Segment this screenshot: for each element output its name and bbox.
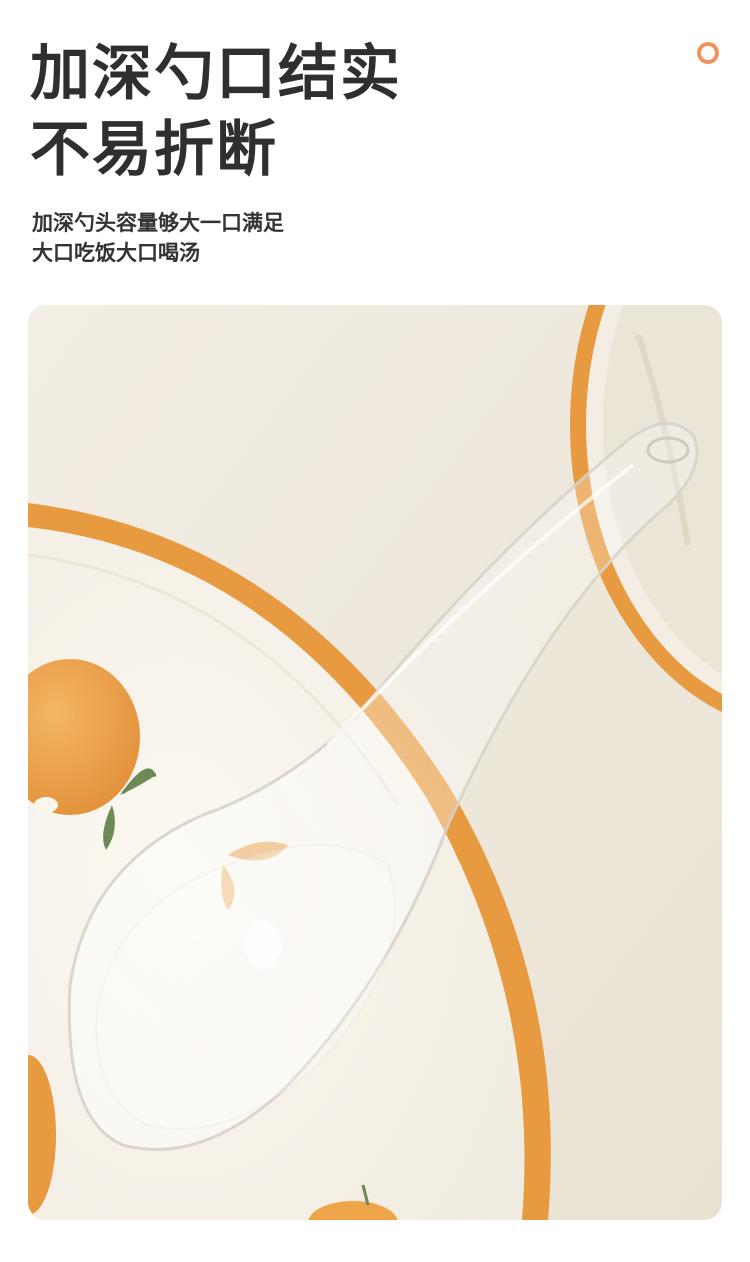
product-photo-illustration (28, 305, 722, 1220)
description: 加深勺头容量够大一口满足 大口吃饭大口喝汤 (32, 208, 284, 268)
product-photo (28, 305, 722, 1220)
headline-line-2: 不易折断 (30, 115, 278, 185)
description-line-1: 加深勺头容量够大一口满足 (32, 210, 284, 235)
ring-icon (697, 42, 719, 64)
headline: 加深勺口结实 不易折断 (30, 36, 402, 188)
headline-line-1: 加深勺口结实 (30, 39, 402, 109)
description-line-2: 大口吃饭大口喝汤 (32, 240, 200, 265)
